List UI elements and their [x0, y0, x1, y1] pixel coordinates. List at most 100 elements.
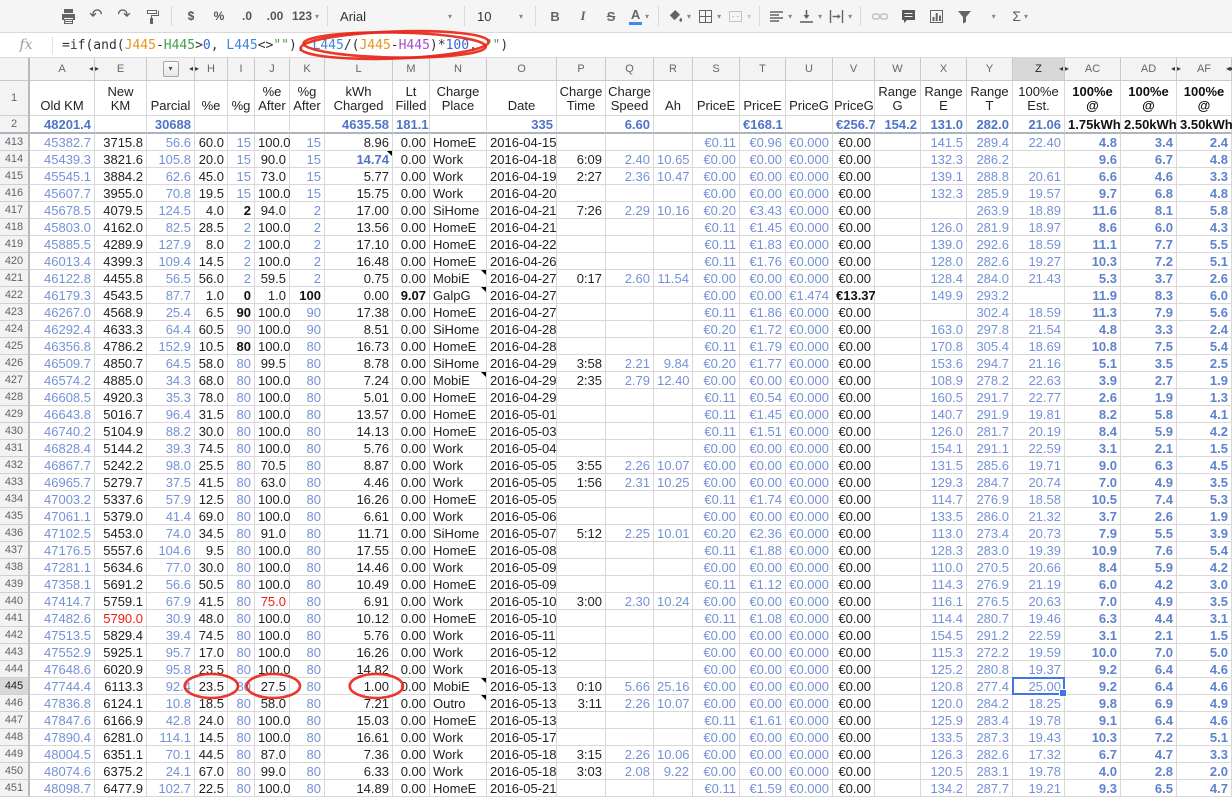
cell-V422[interactable]: €13.37: [833, 287, 875, 304]
cell-N447[interactable]: HomeE: [430, 712, 487, 729]
cell-I444[interactable]: 80: [228, 661, 255, 678]
cell-AC422[interactable]: 11.9: [1065, 287, 1121, 304]
cell-F1[interactable]: Parcial: [147, 81, 195, 116]
cell-W436[interactable]: [875, 525, 921, 542]
column-header-M[interactable]: M: [393, 58, 430, 81]
cell-H430[interactable]: 30.0: [195, 423, 228, 440]
cell-V419[interactable]: €0.00: [833, 236, 875, 253]
cell-U425[interactable]: €0.000: [786, 338, 833, 355]
cell-AF450[interactable]: 2.0: [1177, 763, 1232, 780]
cell-I415[interactable]: 15: [228, 168, 255, 185]
cell-E2[interactable]: [95, 116, 147, 134]
cell-F422[interactable]: 87.7: [147, 287, 195, 304]
cell-Z437[interactable]: 19.39: [1013, 542, 1065, 559]
cell-AC434[interactable]: 10.5: [1065, 491, 1121, 508]
cell-T447[interactable]: €1.61: [740, 712, 786, 729]
cell-E428[interactable]: 4920.3: [95, 389, 147, 406]
cell-N417[interactable]: SiHome: [430, 202, 487, 219]
cell-AC437[interactable]: 10.9: [1065, 542, 1121, 559]
cell-I418[interactable]: 2: [228, 219, 255, 236]
cell-Q418[interactable]: [606, 219, 654, 236]
cell-F451[interactable]: 102.7: [147, 780, 195, 797]
cell-AD425[interactable]: 7.5: [1121, 338, 1177, 355]
cell-U419[interactable]: €0.000: [786, 236, 833, 253]
cell-J413[interactable]: 100.0: [255, 134, 290, 151]
cell-J431[interactable]: 100.0: [255, 440, 290, 457]
cell-O432[interactable]: 2016-05-05: [487, 457, 557, 474]
cell-U439[interactable]: €0.000: [786, 576, 833, 593]
cell-F431[interactable]: 39.3: [147, 440, 195, 457]
cell-E418[interactable]: 4162.0: [95, 219, 147, 236]
cell-W430[interactable]: [875, 423, 921, 440]
cell-J428[interactable]: 100.0: [255, 389, 290, 406]
cell-M427[interactable]: 0.00: [393, 372, 430, 389]
cell-V420[interactable]: €0.00: [833, 253, 875, 270]
cell-Y430[interactable]: 281.7: [967, 423, 1013, 440]
cell-K442[interactable]: 80: [290, 627, 325, 644]
row-header-421[interactable]: 421: [0, 270, 30, 287]
cell-V448[interactable]: €0.00: [833, 729, 875, 746]
cell-Z447[interactable]: 19.78: [1013, 712, 1065, 729]
cell-Z428[interactable]: 22.77: [1013, 389, 1065, 406]
cell-Z438[interactable]: 20.66: [1013, 559, 1065, 576]
row-header-419[interactable]: 419: [0, 236, 30, 253]
cell-AF442[interactable]: 1.5: [1177, 627, 1232, 644]
cell-F446[interactable]: 10.8: [147, 695, 195, 712]
cell-R439[interactable]: [654, 576, 693, 593]
cell-V417[interactable]: €0.00: [833, 202, 875, 219]
cell-W415[interactable]: [875, 168, 921, 185]
cell-S432[interactable]: €0.00: [693, 457, 740, 474]
cell-R443[interactable]: [654, 644, 693, 661]
cell-O436[interactable]: 2016-05-07: [487, 525, 557, 542]
cell-E441[interactable]: 5790.0: [95, 610, 147, 627]
cell-F432[interactable]: 98.0: [147, 457, 195, 474]
cell-L419[interactable]: 17.10: [325, 236, 393, 253]
column-header-T[interactable]: T: [740, 58, 786, 81]
cell-Y2[interactable]: 282.0: [967, 116, 1013, 134]
cell-I429[interactable]: 80: [228, 406, 255, 423]
cell-S428[interactable]: €0.11: [693, 389, 740, 406]
cell-AC418[interactable]: 8.6: [1065, 219, 1121, 236]
cell-F425[interactable]: 152.9: [147, 338, 195, 355]
cell-M429[interactable]: 0.00: [393, 406, 430, 423]
column-header-P[interactable]: P: [557, 58, 606, 81]
cell-Z419[interactable]: 18.59: [1013, 236, 1065, 253]
cell-Y441[interactable]: 280.7: [967, 610, 1013, 627]
cell-U447[interactable]: €0.000: [786, 712, 833, 729]
cell-P429[interactable]: [557, 406, 606, 423]
cell-N441[interactable]: HomeE: [430, 610, 487, 627]
cell-E416[interactable]: 3955.0: [95, 185, 147, 202]
cell-M415[interactable]: 0.00: [393, 168, 430, 185]
cell-K420[interactable]: 2: [290, 253, 325, 270]
cell-W444[interactable]: [875, 661, 921, 678]
cell-P425[interactable]: [557, 338, 606, 355]
cell-Q448[interactable]: [606, 729, 654, 746]
cell-AF1[interactable]: 100%e @: [1177, 81, 1232, 116]
cell-K444[interactable]: 80: [290, 661, 325, 678]
cell-H422[interactable]: 1.0: [195, 287, 228, 304]
cell-AF443[interactable]: 5.0: [1177, 644, 1232, 661]
cell-Y447[interactable]: 283.4: [967, 712, 1013, 729]
cell-P445[interactable]: 0:10: [557, 678, 606, 695]
cell-AF434[interactable]: 5.3: [1177, 491, 1232, 508]
cell-W431[interactable]: [875, 440, 921, 457]
cell-L429[interactable]: 13.57: [325, 406, 393, 423]
cell-S441[interactable]: €0.11: [693, 610, 740, 627]
cell-S450[interactable]: €0.00: [693, 763, 740, 780]
cell-K418[interactable]: 2: [290, 219, 325, 236]
column-header-E[interactable]: E▸: [95, 58, 147, 81]
decrease-decimals-button[interactable]: .0: [233, 4, 261, 28]
cell-W438[interactable]: [875, 559, 921, 576]
cell-AD445[interactable]: 6.4: [1121, 678, 1177, 695]
cell-Z427[interactable]: 22.63: [1013, 372, 1065, 389]
cell-O431[interactable]: 2016-05-04: [487, 440, 557, 457]
cell-Q432[interactable]: 2.26: [606, 457, 654, 474]
cell-O448[interactable]: 2016-05-17: [487, 729, 557, 746]
cell-E449[interactable]: 6351.1: [95, 746, 147, 763]
cell-P442[interactable]: [557, 627, 606, 644]
cell-AD428[interactable]: 1.9: [1121, 389, 1177, 406]
cell-L440[interactable]: 6.91: [325, 593, 393, 610]
row-header-427[interactable]: 427: [0, 372, 30, 389]
cell-Y427[interactable]: 278.2: [967, 372, 1013, 389]
cell-Q416[interactable]: [606, 185, 654, 202]
